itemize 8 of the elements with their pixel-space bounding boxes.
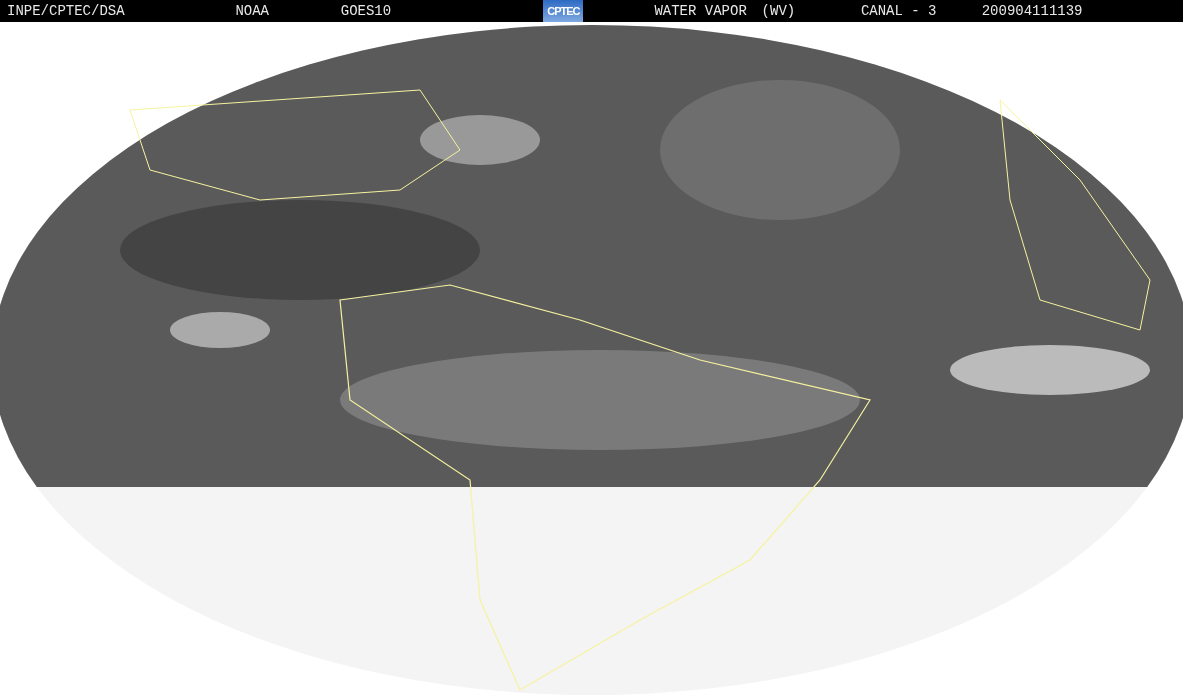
logo: CPTEC [543,0,584,22]
header-label: 200904111139 [981,1,1083,21]
header-label: (WV) [761,1,796,21]
header-label: INPE/CPTEC/DSA [7,1,125,21]
header-label: NOAA [235,1,269,21]
header-label: GOES10 [340,1,392,21]
header-label: WATER VAPOR [654,1,747,21]
header-label: CANAL - 3 [860,1,937,21]
